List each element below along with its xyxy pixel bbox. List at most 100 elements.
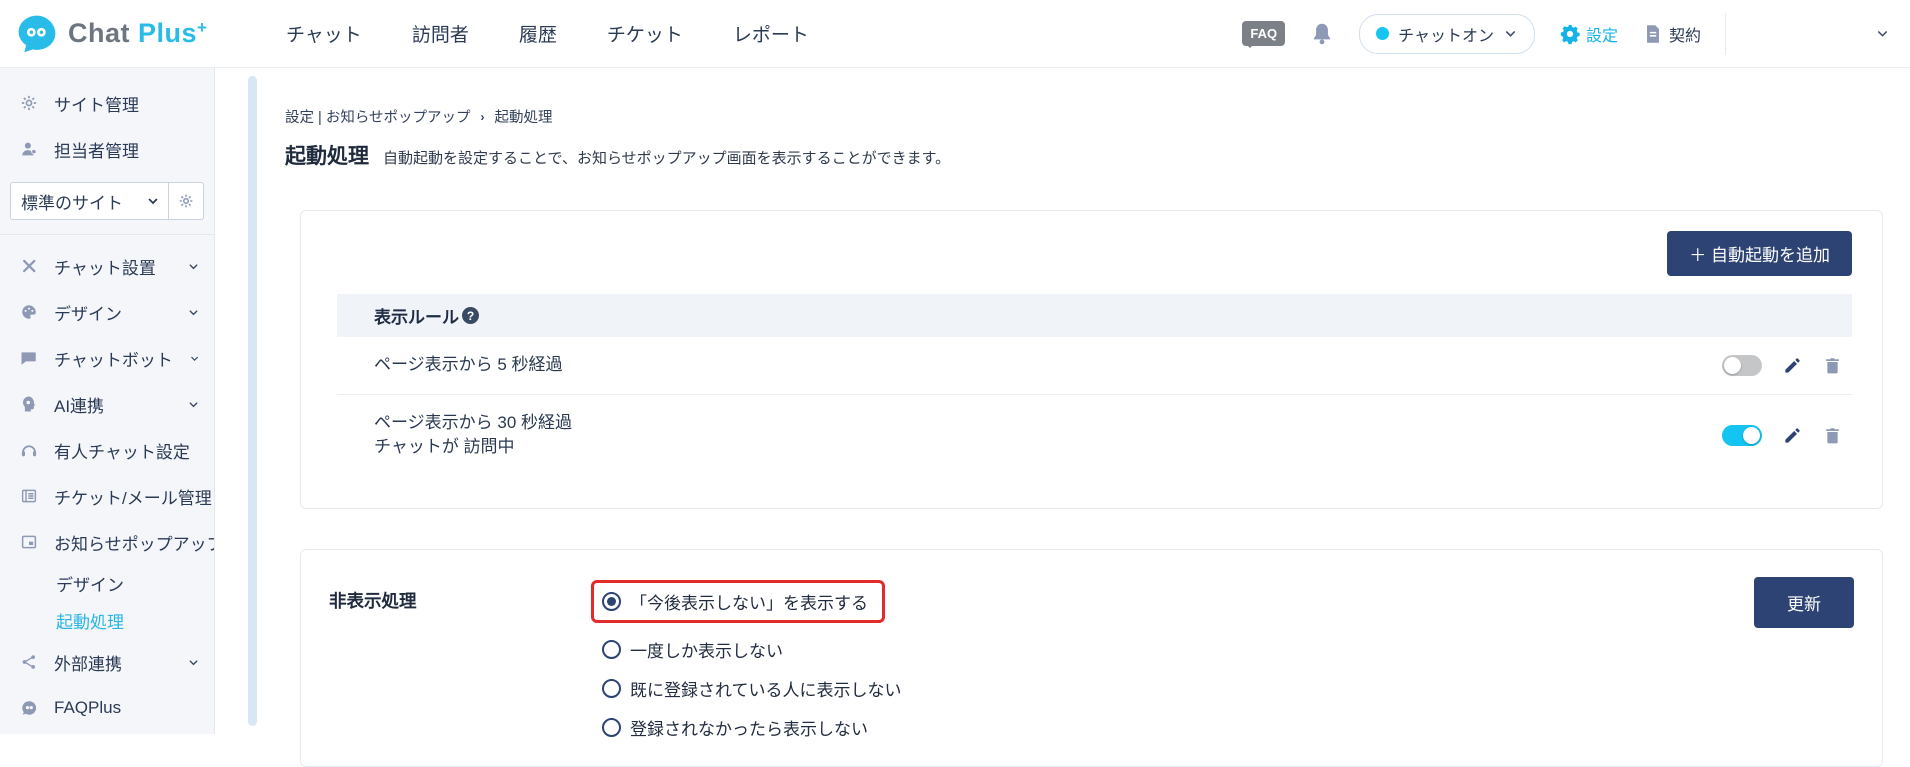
rules-table: 表示ルール ? ページ表示から 5 秒経過 ページ表示から 30 秒経過 チャッ…: [337, 294, 1852, 476]
gear-icon: [20, 94, 38, 112]
page-title: 起動処理: [285, 140, 369, 170]
rules-header-label: 表示ルール: [374, 303, 459, 328]
sidebar-subitem-startup-process[interactable]: 起動処理: [0, 602, 214, 639]
breadcrumb-parent[interactable]: 設定 | お知らせポップアップ: [285, 106, 471, 127]
sidebar-item-label: AI連携: [54, 392, 104, 417]
add-auto-launch-button[interactable]: ＋ 自動起動を追加: [1667, 231, 1852, 276]
sidebar-item-label: チャットボット: [54, 346, 173, 371]
rule-text-line: チャットが 訪問中: [374, 435, 572, 460]
chevron-down-icon: [187, 656, 200, 669]
share-icon: [20, 653, 38, 671]
header-divider: [1725, 13, 1726, 55]
radio-icon[interactable]: [602, 679, 621, 698]
radio-option-hide-for-registered[interactable]: 既に登録されている人に表示しない: [591, 676, 1211, 701]
nav-visitors[interactable]: 訪問者: [412, 20, 469, 47]
toggle-knob: [1743, 427, 1760, 444]
chevron-down-icon: [187, 398, 200, 411]
sidebar-item-ai-integration[interactable]: AI連携: [0, 381, 214, 427]
hide-options-group: 「今後表示しない」を表示する 一度しか表示しない 既に登録されている人に表示しな…: [591, 580, 1211, 740]
account-dropdown[interactable]: [1750, 26, 1890, 41]
sidebar-item-manned-chat-settings[interactable]: 有人チャット設定: [0, 427, 214, 473]
sidebar-item-label: 外部連携: [54, 650, 122, 675]
settings-label: 設定: [1586, 22, 1618, 46]
sidebar-item-label: FAQPlus: [54, 698, 121, 718]
rule-text-line: ページ表示から 5 秒経過: [374, 353, 563, 378]
popup-window-icon: [20, 533, 38, 551]
sidebar-subitem-popup-design[interactable]: デザイン: [0, 565, 214, 602]
sidebar-subitem-label: デザイン: [56, 571, 124, 596]
gear-icon: [178, 193, 194, 209]
nav-chat[interactable]: チャット: [286, 20, 362, 47]
chevron-down-icon: [187, 260, 200, 273]
sidebar-item-announcement-popup[interactable]: お知らせポップアップ: [0, 519, 214, 565]
chatplus-logo[interactable]: Chat Plus+: [0, 13, 250, 55]
sidebar-item-ticket-mail-management[interactable]: チケット/メール管理: [0, 473, 214, 519]
sidebar-item-agent-management[interactable]: 担当者管理: [0, 126, 214, 172]
sidebar-item-label: デザイン: [54, 300, 122, 325]
sidebar-item-chatbot[interactable]: チャットボット: [0, 335, 214, 381]
radio-option-show-dont-show-again[interactable]: 「今後表示しない」を表示する: [591, 580, 885, 623]
radio-option-label: 登録されなかったら表示しない: [630, 715, 868, 740]
edit-pencil-icon[interactable]: [1783, 356, 1802, 375]
sidebar-item-external-integration[interactable]: 外部連携: [0, 639, 214, 685]
logo-text: Chat Plus+: [68, 18, 207, 49]
radio-selected-icon[interactable]: [602, 592, 621, 611]
update-button[interactable]: 更新: [1754, 577, 1854, 628]
sidebar: サイト管理 担当者管理 標準のサイト チャット設置 デザイン チャットボット A…: [0, 68, 215, 734]
document-icon: [1642, 23, 1664, 45]
nav-reports[interactable]: レポート: [733, 20, 809, 47]
headset-icon: [20, 441, 38, 459]
radio-option-label: 既に登録されている人に表示しない: [630, 676, 902, 701]
chevron-down-icon: [146, 194, 160, 208]
scrollbar[interactable]: [248, 76, 257, 726]
gear-icon: [1559, 23, 1581, 45]
sidebar-item-label: サイト管理: [54, 91, 139, 116]
breadcrumb-separator: ›: [481, 110, 485, 124]
sidebar-item-label: お知らせポップアップ: [54, 530, 215, 555]
site-select[interactable]: 標準のサイト: [10, 182, 168, 220]
rule-enabled-toggle[interactable]: [1722, 355, 1762, 376]
table-row: ページ表示から 30 秒経過 チャットが 訪問中: [337, 394, 1852, 476]
auto-launch-rules-card: ＋ 自動起動を追加 表示ルール ? ページ表示から 5 秒経過 ページ表示から …: [300, 210, 1883, 509]
radio-option-label: 「今後表示しない」を表示する: [630, 589, 868, 614]
radio-option-show-only-once[interactable]: 一度しか表示しない: [591, 637, 1211, 662]
main-content: 設定 | お知らせポップアップ › 起動処理 起動処理 自動起動を設定することで…: [285, 68, 1910, 734]
chat-status-label: チャットオン: [1398, 22, 1494, 46]
hide-processing-label: 非表示処理: [329, 588, 417, 613]
rules-table-header: 表示ルール ?: [337, 294, 1852, 337]
contract-label: 契約: [1669, 22, 1701, 46]
settings-link[interactable]: 設定: [1559, 22, 1618, 46]
radio-option-label: 一度しか表示しない: [630, 637, 783, 662]
notifications-bell-icon[interactable]: [1309, 21, 1335, 47]
radio-icon[interactable]: [602, 640, 621, 659]
tools-icon: [20, 257, 38, 275]
table-row: ページ表示から 5 秒経過: [337, 337, 1852, 394]
radio-icon[interactable]: [602, 718, 621, 737]
chatplus-logo-icon: [16, 13, 58, 55]
radio-option-hide-if-not-registered[interactable]: 登録されなかったら表示しない: [591, 715, 1211, 740]
chevron-down-icon: [187, 306, 200, 319]
toggle-knob: [1724, 357, 1741, 374]
top-navigation: チャット 訪問者 履歴 チケット レポート: [286, 20, 809, 47]
site-settings-button[interactable]: [168, 182, 204, 220]
rule-enabled-toggle[interactable]: [1722, 425, 1762, 446]
contract-link[interactable]: 契約: [1642, 22, 1701, 46]
delete-trash-icon[interactable]: [1823, 426, 1842, 445]
nav-history[interactable]: 履歴: [519, 20, 557, 47]
chat-status-dropdown[interactable]: チャットオン: [1359, 14, 1535, 54]
chat-bubble-icon: [20, 349, 38, 367]
edit-pencil-icon[interactable]: [1783, 426, 1802, 445]
help-icon[interactable]: ?: [462, 307, 479, 324]
sidebar-item-chat-install[interactable]: チャット設置: [0, 243, 214, 289]
nav-tickets[interactable]: チケット: [607, 20, 683, 47]
sidebar-item-site-management[interactable]: サイト管理: [0, 80, 214, 126]
sidebar-item-design[interactable]: デザイン: [0, 289, 214, 335]
faq-badge[interactable]: FAQ: [1242, 21, 1285, 46]
sidebar-item-faqplus[interactable]: FAQPlus: [0, 685, 214, 731]
sidebar-subitem-label: 起動処理: [56, 608, 124, 633]
ticket-list-icon: [20, 487, 38, 505]
palette-icon: [20, 303, 38, 321]
chevron-down-icon: [189, 352, 200, 365]
page-description: 自動起動を設定することで、お知らせポップアップ画面を表示することができます。: [383, 147, 950, 168]
delete-trash-icon[interactable]: [1823, 356, 1842, 375]
